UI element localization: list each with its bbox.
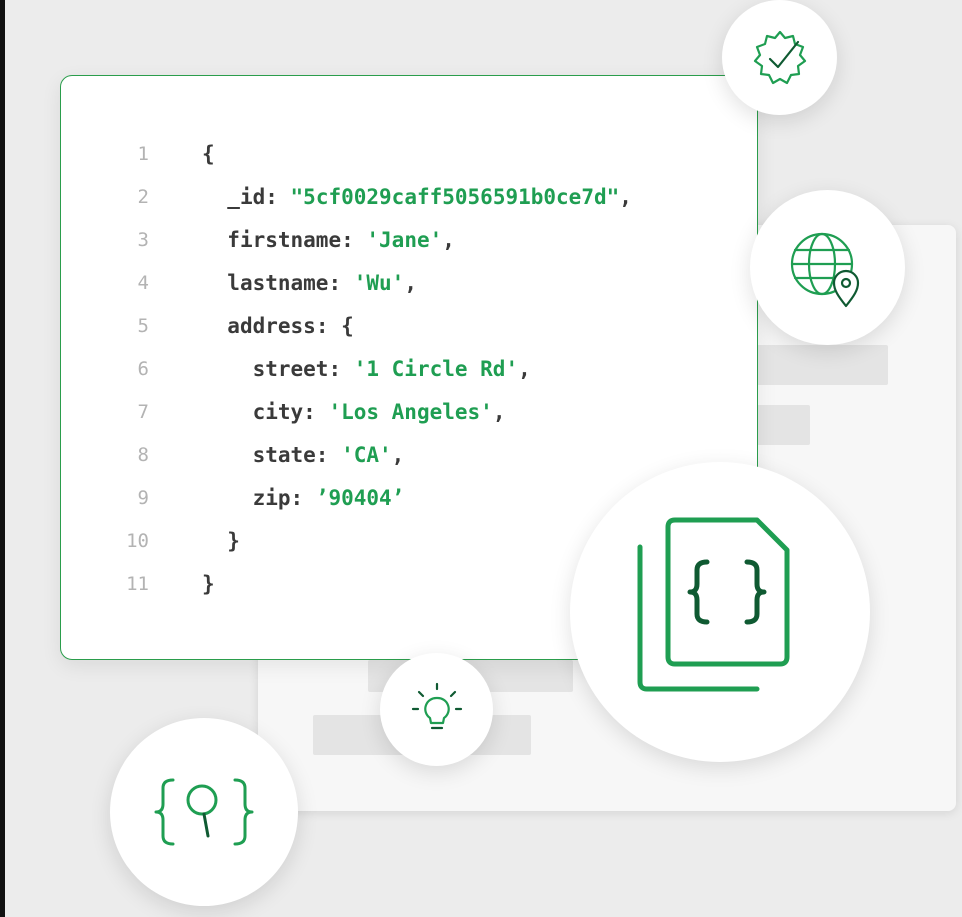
json-search-icon [154,778,254,846]
line-number: 7 [137,401,149,423]
json-document-icon [637,517,790,692]
line-number: 10 [126,530,149,552]
code-string-value: ’90404’ [315,486,405,510]
code-key: street [252,357,329,381]
code-text: } [202,569,215,599]
code-punctuation: , [492,400,506,424]
code-text: { [202,139,215,169]
verified-circle [722,0,837,115]
code-key: lastname [227,271,329,295]
code-text: city: 'Los Angeles', [202,397,506,427]
code-key: firstname [227,228,342,252]
code-separator: : [265,185,291,209]
code-text: address: { [202,311,354,341]
lightbulb-circle [380,653,493,766]
code-separator: : [290,486,316,510]
code-text: } [202,526,240,556]
code-key: zip [252,486,291,510]
code-text: state: 'CA', [202,440,405,470]
json-document-circle [570,462,870,762]
code-separator: : [303,400,329,424]
code-separator: : [315,314,342,338]
code-string-value: 'Wu' [353,271,405,295]
code-separator: : [315,443,342,467]
code-text: firstname: 'Jane', [202,225,455,255]
globe-location-icon [790,232,859,307]
code-string-value: 'Jane' [366,228,443,252]
code-key: city [252,400,304,424]
json-search-circle [110,718,298,906]
code-punctuation: , [518,357,531,381]
code-separator: : [341,228,367,252]
line-number: 3 [137,229,149,251]
code-text: _id: "5cf0029caff5056591b0ce7d", [202,182,632,212]
code-key: _id [227,185,266,209]
code-punctuation: , [442,228,455,252]
code-text: zip: ’90404’ [202,483,405,513]
code-string-value: 'Los Angeles' [328,400,493,424]
code-punctuation: { [202,142,215,166]
line-number: 2 [137,186,149,208]
code-string-value: '1 Circle Rd' [353,357,519,381]
left-edge-strip [0,0,5,917]
code-punctuation: } [202,572,215,596]
code-text: street: '1 Circle Rd', [202,354,531,384]
line-number: 11 [126,573,149,595]
line-number: 6 [137,358,149,380]
verified-badge-icon [753,30,806,84]
code-key: address [227,314,316,338]
code-string-value: "5cf0029caff5056591b0ce7d" [290,185,620,209]
line-number: 5 [137,315,149,337]
placeholder-bar [748,345,888,385]
code-key: state [252,443,316,467]
code-punctuation: , [404,271,417,295]
globe-location-circle [750,190,905,345]
code-separator: : [328,357,354,381]
code-text: lastname: 'Wu', [202,268,417,298]
line-number: 9 [137,487,149,509]
code-punctuation: , [391,443,405,467]
code-separator: : [328,271,354,295]
code-punctuation: } [227,529,240,553]
line-number: 1 [137,143,149,165]
line-number: 8 [137,444,149,466]
lightbulb-icon [411,682,462,729]
code-punctuation: , [619,185,632,209]
code-string-value: 'CA' [341,443,392,467]
line-number: 4 [137,272,149,294]
code-punctuation: { [341,314,354,338]
